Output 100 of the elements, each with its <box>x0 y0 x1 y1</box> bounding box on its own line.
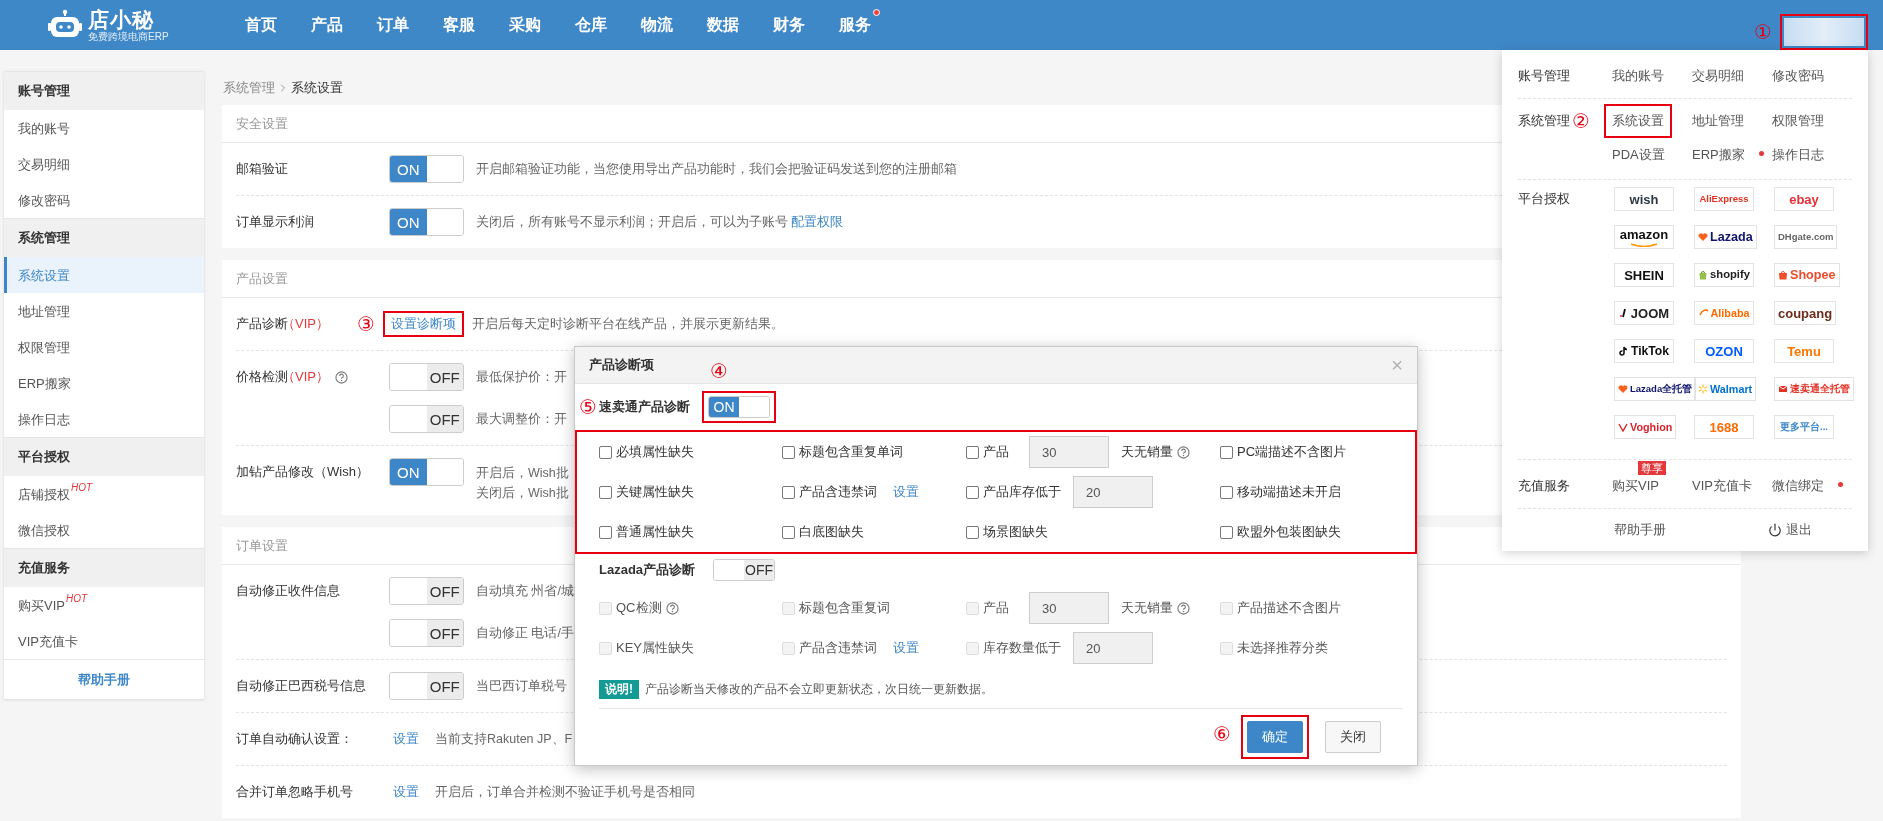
checkbox[interactable] <box>1220 485 1233 499</box>
checkbox[interactable] <box>966 525 979 539</box>
platform-tile[interactable]: Voghion <box>1614 415 1677 439</box>
settings-link[interactable]: 设置 <box>893 483 919 501</box>
menu-link[interactable]: 交易明细 <box>1692 67 1744 85</box>
platform-tile[interactable]: AliExpress <box>1694 187 1754 211</box>
platform-tile[interactable]: amazon <box>1614 225 1674 249</box>
badge: 尊享 <box>1638 461 1666 475</box>
nav-link[interactable]: 采购 <box>509 14 541 36</box>
toggle-switch[interactable]: OFF <box>389 619 464 647</box>
toggle-switch[interactable]: ON <box>389 458 464 486</box>
nav-link[interactable]: 订单 <box>377 14 409 36</box>
nav-link[interactable]: 数据 <box>707 14 739 36</box>
checkbox[interactable] <box>1220 525 1233 539</box>
platform-tile[interactable]: TikTok <box>1614 339 1674 363</box>
checkbox[interactable] <box>1220 445 1233 459</box>
platform-tile[interactable]: ebay <box>1774 187 1834 211</box>
checkbox[interactable] <box>782 445 795 459</box>
checkbox-label: 未选择推荐分类 <box>1237 639 1328 657</box>
platform-tile[interactable]: Walmart <box>1694 377 1757 401</box>
nav-link[interactable]: 产品 <box>311 14 343 36</box>
checkbox[interactable] <box>599 525 612 539</box>
sidebar-item[interactable]: 我的账号 <box>4 110 204 146</box>
envelope-icon <box>1778 384 1788 394</box>
checkbox[interactable] <box>966 485 979 499</box>
toggle-switch[interactable]: OFF <box>389 577 464 605</box>
platform-tile[interactable]: shopify <box>1694 263 1754 287</box>
checkbox[interactable] <box>782 525 795 539</box>
settings-link[interactable]: 设置诊断项 <box>390 315 456 333</box>
number-field[interactable]: 20 <box>1073 476 1153 508</box>
sidebar-item[interactable]: 修改密码 <box>4 182 204 218</box>
platform-tile[interactable]: wish <box>1614 187 1674 211</box>
toggle-switch[interactable]: OFF <box>389 672 464 700</box>
menu-link[interactable]: 微信绑定 <box>1772 477 1824 495</box>
menu-link[interactable]: 修改密码 <box>1772 67 1824 85</box>
callout-number: ③ <box>357 314 375 334</box>
notification-dot <box>1758 150 1764 156</box>
platform-tile[interactable]: JOOM <box>1614 301 1674 325</box>
setting-description: 开启后，订单合并检测不验证手机号是否相同 <box>435 784 695 801</box>
setting-description: 开启后每天定时诊断平台在线产品，并展示更新结果。 <box>471 316 784 333</box>
checkbox[interactable] <box>599 445 612 459</box>
platform-tile[interactable]: 速卖通全托管 <box>1774 377 1854 401</box>
menu-link[interactable]: ERP搬家 <box>1692 146 1745 164</box>
settings-link[interactable]: 设置 <box>393 783 419 801</box>
platform-tile[interactable]: 更多平台... <box>1774 415 1834 439</box>
nav-link[interactable]: 财务 <box>773 14 805 36</box>
setting-label: 产品诊断（VIP） <box>236 315 329 333</box>
platform-tile[interactable]: DHgate.com <box>1774 225 1838 249</box>
sidebar-item[interactable]: 权限管理 <box>4 329 204 365</box>
toggle-switch[interactable]: OFF <box>389 363 464 391</box>
checkbox-label: 产品含违禁词 <box>799 639 877 657</box>
toggle-switch[interactable]: OFF <box>713 559 776 581</box>
sidebar-item[interactable]: VIP充值卡 <box>4 623 204 659</box>
menu-link[interactable]: 操作日志 <box>1772 146 1824 164</box>
sidebar-item[interactable]: 地址管理 <box>4 293 204 329</box>
menu-link[interactable]: 购买VIP <box>1612 477 1659 495</box>
checkbox[interactable] <box>966 445 979 459</box>
number-field[interactable]: 30 <box>1029 436 1109 468</box>
nav-link[interactable]: 物流 <box>641 14 673 36</box>
menu-link[interactable]: PDA设置 <box>1612 146 1665 164</box>
platform-tile[interactable]: coupang <box>1774 301 1837 325</box>
menu-link[interactable]: 权限管理 <box>1772 112 1824 130</box>
sidebar-item[interactable]: 交易明细 <box>4 146 204 182</box>
nav-link[interactable]: 客服 <box>443 14 475 36</box>
checkbox[interactable] <box>599 485 612 499</box>
sidebar-item[interactable]: 微信授权 <box>4 512 204 548</box>
menu-link[interactable]: 我的账号 <box>1612 67 1664 85</box>
platform-tile[interactable]: Lazada <box>1694 225 1757 249</box>
platform-tile[interactable]: Shopee <box>1774 263 1840 287</box>
checkbox[interactable] <box>782 485 795 499</box>
breadcrumb-item: 系统设置 <box>291 79 343 97</box>
sidebar-item[interactable]: 购买VIP$^{HOT}$ <box>4 587 204 623</box>
sidebar-item[interactable]: ERP搬家 <box>4 365 204 401</box>
platform-tile[interactable]: OZON <box>1694 339 1754 363</box>
sidebar-item[interactable]: 店铺授权$^{HOT}$ <box>4 476 204 512</box>
setting-description: 自动填充 州省/城 <box>476 583 574 600</box>
settings-link[interactable]: 设置 <box>393 730 419 748</box>
sidebar-item[interactable]: 操作日志 <box>4 401 204 437</box>
platform-tile[interactable]: SHEIN <box>1614 263 1674 287</box>
checkbox-label: 产品描述不含图片 <box>1237 599 1341 617</box>
nav-link[interactable]: 服务 <box>839 14 871 36</box>
menu-link[interactable]: 地址管理 <box>1692 112 1744 130</box>
nav-link[interactable]: 仓库 <box>575 14 607 36</box>
menu-link[interactable]: VIP充值卡 <box>1692 477 1752 495</box>
toggle-switch[interactable]: ON <box>389 155 464 183</box>
toggle-switch[interactable]: ON <box>389 208 464 236</box>
checkbox-label: PC端描述不含图片 <box>1237 443 1347 461</box>
logout-link[interactable]: 退出 <box>1768 521 1812 539</box>
help-link[interactable]: 帮助手册 <box>1614 521 1666 539</box>
config-link[interactable]: 配置权限 <box>791 214 844 229</box>
platform-tile[interactable]: Lazada全托管 <box>1614 377 1697 401</box>
nav-link[interactable]: 首页 <box>245 14 277 36</box>
help-link[interactable]: 帮助手册 <box>4 659 204 699</box>
toggle-switch[interactable]: ON <box>708 396 770 418</box>
menu-link[interactable]: 系统设置 <box>1612 112 1664 130</box>
checkbox-label: 白底图缺失 <box>799 523 864 541</box>
close-button[interactable]: 关闭 <box>1325 721 1381 753</box>
toggle-switch[interactable]: OFF <box>389 405 464 433</box>
confirm-button[interactable]: 确定 <box>1247 721 1303 753</box>
sidebar-item[interactable]: 系统设置 <box>4 257 204 293</box>
